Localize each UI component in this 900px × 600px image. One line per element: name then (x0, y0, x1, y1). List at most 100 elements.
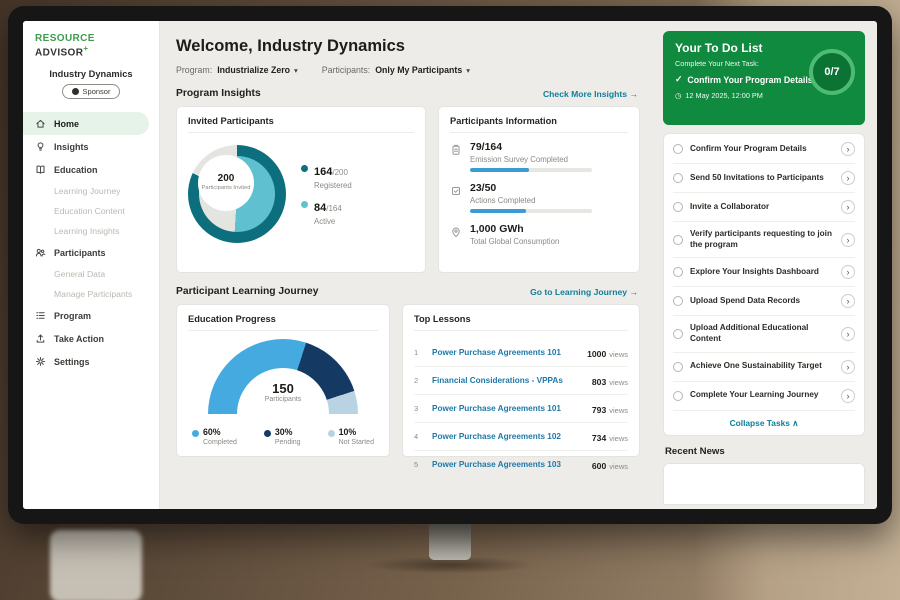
stat-emission-survey: 79/164 Emission Survey Completed (450, 141, 628, 172)
task-label: Send 50 Invitations to Participants (690, 173, 834, 184)
chevron-right-icon[interactable]: › (841, 171, 855, 185)
card-title: Invited Participants (188, 116, 414, 133)
learning-journey-header: Participant Learning Journey Go to Learn… (176, 286, 638, 297)
sidebar-item-learning-insights[interactable]: Learning Insights (23, 221, 159, 241)
task-checkbox[interactable] (673, 362, 683, 372)
page-title: Welcome, Industry Dynamics (176, 37, 640, 56)
donut-center-label: Participants Invited (202, 185, 251, 193)
task-row[interactable]: Explore Your Insights Dashboard › (673, 258, 855, 287)
task-row[interactable]: Achieve One Sustainability Target › (673, 353, 855, 382)
task-checkbox[interactable] (673, 235, 683, 245)
task-label: Achieve One Sustainability Target (690, 361, 834, 372)
task-label: Explore Your Insights Dashboard (690, 267, 834, 278)
progress-bar (470, 209, 592, 213)
task-checkbox[interactable] (673, 173, 683, 183)
legend-registered: 164/200 Registered (301, 162, 352, 190)
chevron-right-icon[interactable]: › (841, 142, 855, 156)
sidebar-item-education-content[interactable]: Education Content (23, 201, 159, 221)
sidebar-item-settings[interactable]: Settings (23, 350, 159, 373)
lesson-views-unit: views (609, 462, 628, 471)
legend-dot (328, 430, 335, 437)
legend-dot (301, 165, 308, 172)
monitor-stand (429, 522, 471, 560)
participants-filter[interactable]: Participants:Only My Participants▾ (322, 65, 470, 75)
lesson-rank: 5 (414, 460, 424, 469)
sidebar-item-education[interactable]: Education (23, 158, 159, 181)
lesson-link[interactable]: Financial Considerations - VPPAs (432, 376, 584, 385)
check-more-insights-link[interactable]: Check More Insights → (543, 89, 638, 99)
lightbulb-icon (35, 141, 46, 152)
app-logo: RESOURCE ADVISOR+ (23, 31, 159, 67)
task-label: Invite a Collaborator (690, 202, 834, 213)
sidebar-item-insights[interactable]: Insights (23, 135, 159, 158)
program-filter-value: Industrialize Zero (217, 65, 290, 75)
sidebar-item-manage-participants[interactable]: Manage Participants (23, 284, 159, 304)
program-filter[interactable]: Program:Industrialize Zero▾ (176, 65, 298, 75)
sidebar-item-general-data[interactable]: General Data (23, 264, 159, 284)
lesson-link[interactable]: Power Purchase Agreements 101 (432, 404, 584, 413)
invited-participants-card: Invited Participants 200 Participants In… (176, 106, 426, 273)
task-row[interactable]: Complete Your Learning Journey › (673, 382, 855, 411)
legend-value: 164 (314, 166, 332, 178)
task-checkbox[interactable] (673, 296, 683, 306)
chevron-right-icon[interactable]: › (841, 294, 855, 308)
progress-bar (470, 168, 592, 172)
sidebar-item-participants[interactable]: Participants (23, 241, 159, 264)
legend-value: 10% (339, 427, 357, 437)
legend-label: Active (314, 217, 342, 226)
task-checkbox[interactable] (673, 144, 683, 154)
participants-filter-value: Only My Participants (375, 65, 462, 75)
lesson-views-value: 793 (592, 405, 606, 415)
people-icon (35, 247, 46, 258)
task-checkbox[interactable] (673, 202, 683, 212)
org-section: Industry Dynamics Sponsor (23, 67, 159, 108)
collapse-tasks-link[interactable]: Collapse Tasks ∧ (673, 411, 855, 435)
chevron-right-icon[interactable]: › (841, 360, 855, 374)
legend-total: /200 (332, 168, 348, 177)
lesson-link[interactable]: Power Purchase Agreements 103 (432, 460, 584, 469)
task-row[interactable]: Upload Spend Data Records › (673, 287, 855, 316)
legend-pending: 30% Pending (264, 427, 301, 446)
sidebar-item-program[interactable]: Program (23, 304, 159, 327)
lesson-link[interactable]: Power Purchase Agreements 102 (432, 432, 584, 441)
legend-total: /164 (326, 204, 342, 213)
todo-due-label: 12 May 2025, 12:00 PM (685, 91, 762, 100)
stat-actions-completed: 23/50 Actions Completed (450, 182, 628, 213)
lesson-views-value: 600 (592, 461, 606, 471)
legend-completed: 60% Completed (192, 427, 237, 446)
program-insights-cards: Invited Participants 200 Participants In… (176, 106, 640, 273)
stat-global-consumption: 1,000 GWh Total Global Consumption (450, 223, 628, 250)
sidebar-item-label: Education (54, 165, 98, 175)
lesson-rank: 2 (414, 376, 424, 385)
task-checkbox[interactable] (673, 391, 683, 401)
task-row[interactable]: Send 50 Invitations to Participants › (673, 164, 855, 193)
sponsor-icon (72, 88, 79, 95)
legend-label: Registered (314, 181, 352, 190)
lesson-row: 1 Power Purchase Agreements 101 1000view… (414, 339, 628, 367)
lesson-row: 4 Power Purchase Agreements 102 734views (414, 423, 628, 451)
logo-plus: + (83, 44, 88, 53)
task-row[interactable]: Invite a Collaborator › (673, 193, 855, 222)
sponsor-badge[interactable]: Sponsor (62, 84, 121, 99)
task-checkbox[interactable] (673, 267, 683, 277)
sidebar-item-learning-journey[interactable]: Learning Journey (23, 181, 159, 201)
lesson-rank: 3 (414, 404, 424, 413)
chevron-right-icon[interactable]: › (841, 327, 855, 341)
chevron-right-icon[interactable]: › (841, 389, 855, 403)
lesson-link[interactable]: Power Purchase Agreements 101 (432, 348, 579, 357)
legend-not-started: 10% Not Started (328, 427, 374, 446)
sidebar-item-home[interactable]: Home (23, 112, 149, 135)
chevron-up-icon: ∧ (792, 418, 798, 428)
card-title: Top Lessons (414, 314, 628, 331)
sidebar-item-take-action[interactable]: Take Action (23, 327, 159, 350)
chevron-right-icon[interactable]: › (841, 233, 855, 247)
chevron-right-icon[interactable]: › (841, 200, 855, 214)
home-icon (35, 118, 46, 129)
lesson-views-unit: views (609, 378, 628, 387)
task-checkbox[interactable] (673, 329, 683, 339)
task-row[interactable]: Confirm Your Program Details › (673, 135, 855, 164)
chevron-right-icon[interactable]: › (841, 265, 855, 279)
task-row[interactable]: Verify participants requesting to join t… (673, 222, 855, 258)
task-row[interactable]: Upload Additional Educational Content › (673, 316, 855, 352)
go-to-learning-journey-link[interactable]: Go to Learning Journey → (530, 287, 638, 297)
